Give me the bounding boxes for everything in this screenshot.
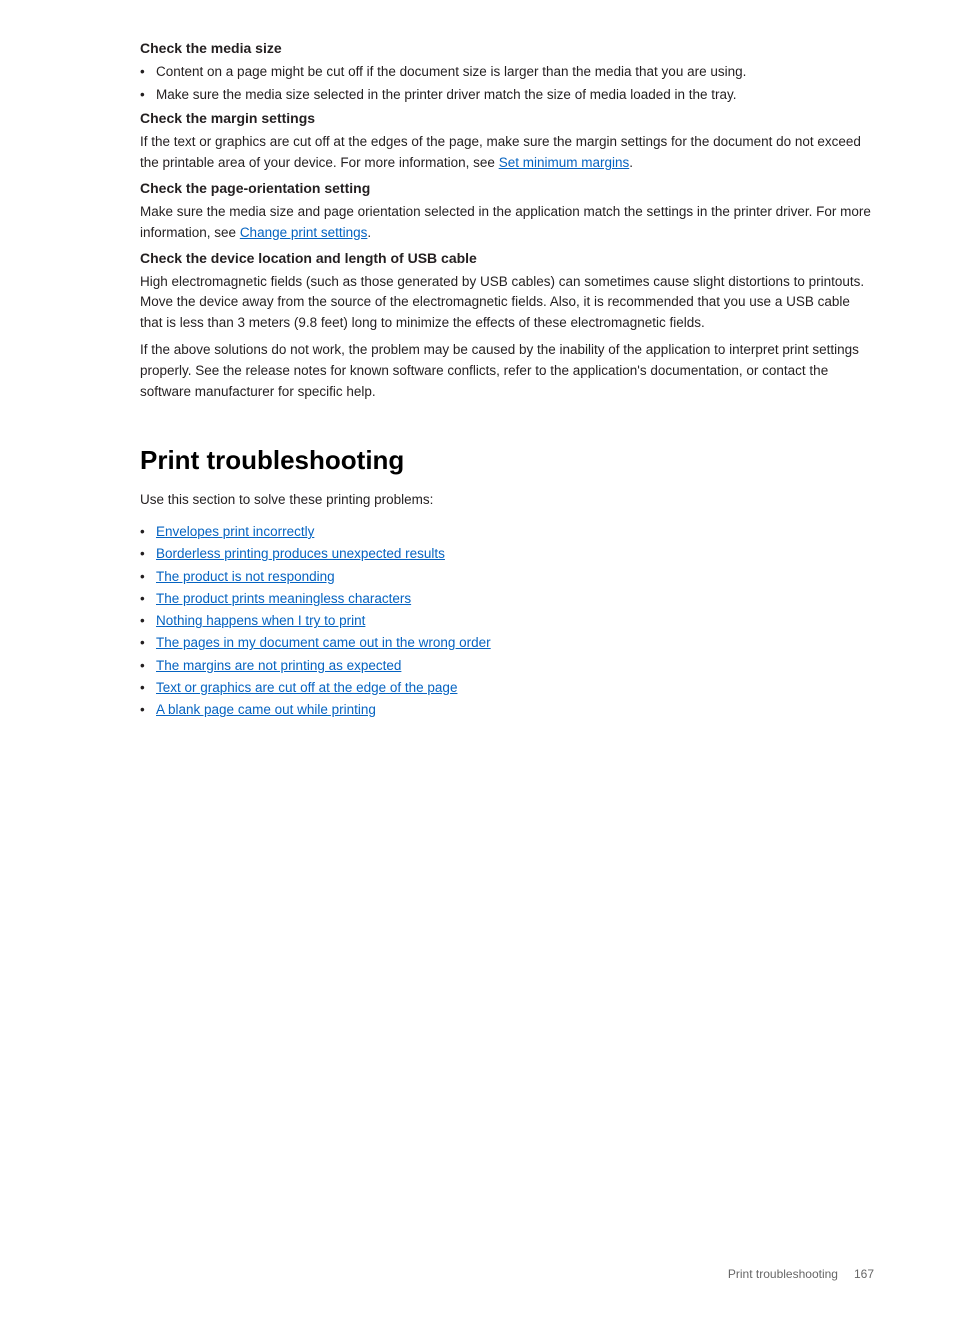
list-item: Make sure the media size selected in the… — [140, 85, 874, 106]
list-item: Nothing happens when I try to print — [140, 610, 874, 632]
margin-settings-section: Check the margin settings If the text or… — [140, 110, 874, 174]
page-orientation-text-after: . — [367, 225, 371, 240]
list-item: The product prints meaningless character… — [140, 588, 874, 610]
page-orientation-section: Check the page-orientation setting Make … — [140, 180, 874, 244]
media-size-section: Check the media size Content on a page m… — [140, 40, 874, 106]
print-troubleshooting-heading: Print troubleshooting — [140, 445, 874, 476]
list-item: The margins are not printing as expected — [140, 655, 874, 677]
text-graphics-cut-off-link[interactable]: Text or graphics are cut off at the edge… — [156, 680, 457, 695]
list-item: Text or graphics are cut off at the edge… — [140, 677, 874, 699]
margin-settings-heading: Check the margin settings — [140, 110, 874, 126]
margins-not-printing-link[interactable]: The margins are not printing as expected — [156, 658, 401, 673]
media-size-list: Content on a page might be cut off if th… — [140, 62, 874, 106]
footer-section-label: Print troubleshooting — [728, 1267, 838, 1281]
list-item: The product is not responding — [140, 566, 874, 588]
list-item: The pages in my document came out in the… — [140, 632, 874, 654]
device-location-section: Check the device location and length of … — [140, 250, 874, 404]
footer-page-number: 167 — [854, 1267, 874, 1281]
intro-text: Use this section to solve these printing… — [140, 490, 874, 511]
product-not-responding-link[interactable]: The product is not responding — [156, 569, 335, 584]
page-orientation-body: Make sure the media size and page orient… — [140, 202, 874, 244]
list-item: Content on a page might be cut off if th… — [140, 62, 874, 83]
page: Check the media size Content on a page m… — [0, 0, 954, 1321]
wrong-order-link[interactable]: The pages in my document came out in the… — [156, 635, 491, 650]
troubleshooting-link-list: Envelopes print incorrectly Borderless p… — [140, 521, 874, 721]
page-orientation-heading: Check the page-orientation setting — [140, 180, 874, 196]
margin-settings-text-after: . — [629, 155, 633, 170]
list-item: Borderless printing produces unexpected … — [140, 543, 874, 565]
product-prints-meaningless-link[interactable]: The product prints meaningless character… — [156, 591, 411, 606]
envelopes-print-incorrectly-link[interactable]: Envelopes print incorrectly — [156, 524, 314, 539]
page-footer: Print troubleshooting 167 — [728, 1267, 874, 1281]
set-minimum-margins-link[interactable]: Set minimum margins — [499, 155, 630, 170]
media-size-heading: Check the media size — [140, 40, 874, 56]
nothing-happens-link[interactable]: Nothing happens when I try to print — [156, 613, 365, 628]
list-item: Envelopes print incorrectly — [140, 521, 874, 543]
change-print-settings-link[interactable]: Change print settings — [240, 225, 368, 240]
device-location-body1: High electromagnetic fields (such as tho… — [140, 272, 874, 335]
blank-page-link[interactable]: A blank page came out while printing — [156, 702, 376, 717]
device-location-body2: If the above solutions do not work, the … — [140, 340, 874, 403]
device-location-heading: Check the device location and length of … — [140, 250, 874, 266]
list-item: A blank page came out while printing — [140, 699, 874, 721]
borderless-printing-link[interactable]: Borderless printing produces unexpected … — [156, 546, 445, 561]
margin-settings-body: If the text or graphics are cut off at t… — [140, 132, 874, 174]
